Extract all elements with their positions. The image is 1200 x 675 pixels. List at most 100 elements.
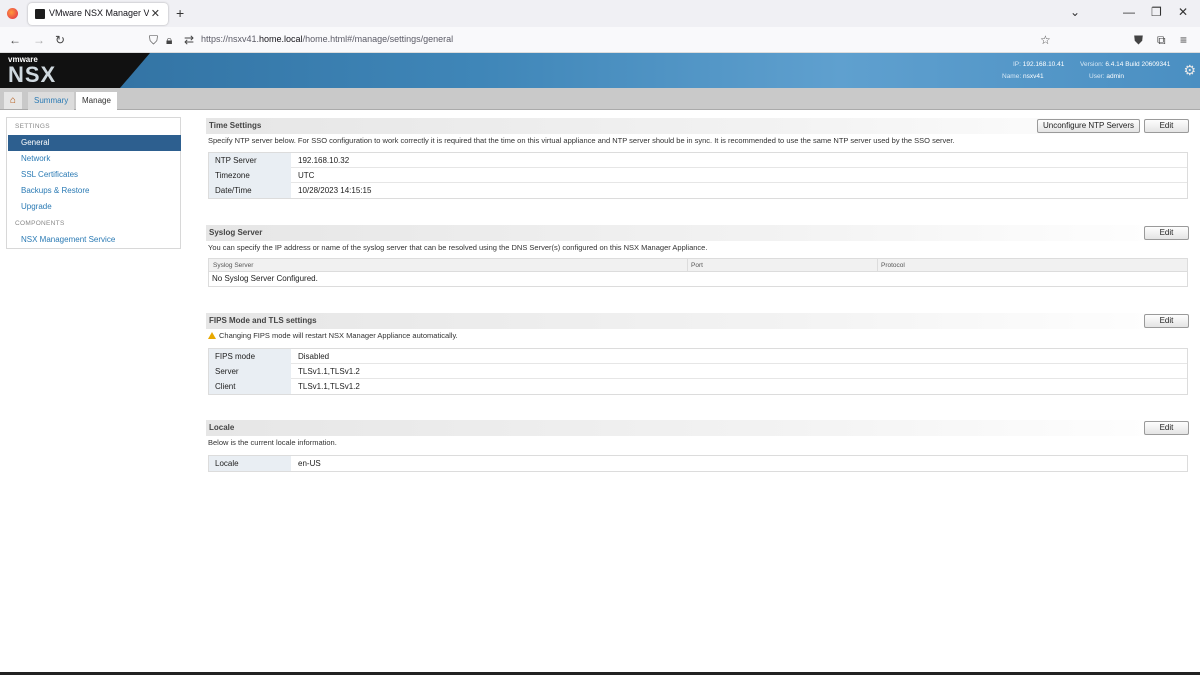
- forward-icon[interactable]: →: [33, 33, 45, 47]
- unconfigure-ntp-button[interactable]: Unconfigure NTP Servers: [1037, 119, 1140, 133]
- new-tab-icon[interactable]: +: [176, 5, 184, 21]
- user-value: admin: [1106, 73, 1125, 80]
- close-tab-icon[interactable]: ✕: [151, 7, 160, 20]
- url-bar[interactable]: https://nsxv41.home.local/home.html#/man…: [201, 34, 453, 44]
- settings-heading: SETTINGS: [15, 123, 50, 130]
- components-heading: COMPONENTS: [15, 220, 65, 227]
- syslog-edit-button[interactable]: Edit: [1144, 226, 1189, 240]
- pocket-icon[interactable]: ⛊: [1134, 33, 1143, 48]
- settings-sidebar: SETTINGS General Network SSL Certificate…: [6, 117, 181, 249]
- table-row: Locale en-US: [209, 456, 1187, 471]
- client-tls-label: Client: [209, 379, 291, 394]
- column-syslog-server[interactable]: Syslog Server: [213, 262, 253, 269]
- column-divider[interactable]: [687, 259, 688, 272]
- fips-edit-button[interactable]: Edit: [1144, 314, 1189, 328]
- syslog-table-header: Syslog Server Port Protocol: [209, 259, 1187, 272]
- name-value: nsxv41: [1022, 73, 1044, 80]
- minimize-icon[interactable]: —: [1123, 5, 1135, 19]
- sidebar-item-nsx-management-service[interactable]: NSX Management Service: [8, 232, 181, 248]
- url-path: /home.html#/manage/settings/general: [302, 34, 454, 44]
- restore-icon[interactable]: ❐: [1151, 5, 1162, 19]
- back-icon[interactable]: ←: [9, 33, 21, 47]
- warning-icon: [208, 332, 216, 339]
- syslog-title: Syslog Server: [209, 228, 263, 237]
- time-settings-title: Time Settings: [209, 121, 262, 130]
- server-tls-label: Server: [209, 364, 291, 379]
- datetime-label: Date/Time: [209, 183, 291, 198]
- fips-header: FIPS Mode and TLS settings: [206, 313, 1190, 329]
- user-info: User: admin: [1089, 73, 1124, 80]
- column-port[interactable]: Port: [691, 262, 703, 269]
- url-host: home.local: [259, 34, 303, 44]
- fips-warning-text: Changing FIPS mode will restart NSX Mana…: [219, 331, 458, 340]
- client-tls-value: TLSv1.1,TLSv1.2: [298, 382, 360, 391]
- browser-tab[interactable]: VMware NSX Manager Virtual A ✕: [28, 3, 168, 25]
- ip-value: 192.168.10.41: [1022, 61, 1065, 68]
- locale-header: Locale: [206, 420, 1190, 436]
- time-settings-description: Specify NTP server below. For SSO config…: [208, 136, 955, 145]
- fips-table: FIPS mode Disabled Server TLSv1.1,TLSv1.…: [208, 348, 1188, 395]
- tab-list-chevron-icon[interactable]: ⌄: [1070, 5, 1080, 19]
- table-row: NTP Server 192.168.10.32: [209, 153, 1187, 168]
- table-row: Server TLSv1.1,TLSv1.2: [209, 364, 1187, 379]
- ip-info: IP: 192.168.10.41: [1013, 61, 1064, 68]
- fips-mode-value: Disabled: [298, 352, 330, 361]
- locale-value: en-US: [298, 459, 321, 468]
- fips-warning: Changing FIPS mode will restart NSX Mana…: [208, 331, 458, 340]
- ip-label: IP:: [1013, 61, 1021, 68]
- timezone-label: Timezone: [209, 168, 291, 183]
- version-label: Version:: [1080, 61, 1104, 68]
- url-prefix: https://nsxv41.: [201, 34, 260, 44]
- locale-title: Locale: [209, 423, 235, 432]
- tab-manage[interactable]: Manage: [76, 92, 117, 111]
- syslog-header: Syslog Server: [206, 225, 1190, 241]
- nsx-logo: NSX: [8, 62, 57, 87]
- gear-icon[interactable]: ⚙: [1183, 62, 1196, 79]
- user-label: User:: [1089, 73, 1105, 80]
- sidebar-item-upgrade[interactable]: Upgrade: [8, 199, 181, 215]
- bookmark-star-icon[interactable]: ☆: [1040, 33, 1051, 47]
- column-protocol[interactable]: Protocol: [881, 262, 905, 269]
- time-settings-edit-button[interactable]: Edit: [1144, 119, 1189, 133]
- firefox-logo-icon[interactable]: [7, 8, 18, 19]
- shield-icon[interactable]: ⛉: [149, 33, 158, 48]
- syslog-empty-message: No Syslog Server Configured.: [212, 274, 318, 283]
- locale-table: Locale en-US: [208, 455, 1188, 472]
- ntp-server-value: 192.168.10.32: [298, 156, 350, 165]
- tab-title: VMware NSX Manager Virtual A: [49, 8, 149, 18]
- version-info: Version: 6.4.14 Build 20609341: [1080, 61, 1170, 68]
- browser-nav-bar: ← → ↻ ⛉ 🔒︎ ⇄ https://nsxv41.home.local/h…: [0, 27, 1200, 53]
- locale-edit-button[interactable]: Edit: [1144, 421, 1189, 435]
- syslog-description: You can specify the IP address or name o…: [208, 243, 708, 252]
- server-tls-value: TLSv1.1,TLSv1.2: [298, 367, 360, 376]
- table-row: FIPS mode Disabled: [209, 349, 1187, 364]
- browser-tab-bar: VMware NSX Manager Virtual A ✕ + ⌄ — ❐ ✕: [0, 0, 1200, 27]
- sidebar-item-backups-restore[interactable]: Backups & Restore: [8, 183, 181, 199]
- table-row: Timezone UTC: [209, 168, 1187, 183]
- datetime-value: 10/28/2023 14:15:15: [298, 186, 372, 195]
- menu-icon[interactable]: ≡: [1180, 33, 1187, 47]
- home-icon[interactable]: ⌂: [4, 92, 22, 109]
- sidebar-item-ssl-certificates[interactable]: SSL Certificates: [8, 167, 181, 183]
- extensions-icon[interactable]: ⧉: [1157, 33, 1166, 48]
- tab-summary[interactable]: Summary: [28, 92, 75, 110]
- locale-label: Locale: [209, 456, 291, 471]
- close-window-icon[interactable]: ✕: [1178, 5, 1188, 19]
- sidebar-item-general[interactable]: General: [8, 135, 181, 151]
- version-value: 6.4.14 Build 20609341: [1105, 61, 1171, 68]
- syslog-table: Syslog Server Port Protocol No Syslog Se…: [208, 258, 1188, 287]
- time-settings-table: NTP Server 192.168.10.32 Timezone UTC Da…: [208, 152, 1188, 199]
- ntp-server-label: NTP Server: [209, 153, 291, 168]
- lock-icon[interactable]: 🔒︎: [166, 33, 172, 48]
- nsx-header: vmware NSX IP: 192.168.10.41 Name: nsxv4…: [0, 53, 1200, 88]
- locale-description: Below is the current locale information.: [208, 438, 337, 447]
- fips-mode-label: FIPS mode: [209, 349, 291, 364]
- permissions-icon[interactable]: ⇄: [184, 33, 194, 47]
- name-label: Name:: [1002, 73, 1022, 80]
- table-row: Client TLSv1.1,TLSv1.2: [209, 379, 1187, 394]
- table-row: Date/Time 10/28/2023 14:15:15: [209, 183, 1187, 198]
- reload-icon[interactable]: ↻: [55, 33, 65, 47]
- fips-title: FIPS Mode and TLS settings: [209, 316, 317, 325]
- sidebar-item-network[interactable]: Network: [8, 151, 181, 167]
- column-divider[interactable]: [877, 259, 878, 272]
